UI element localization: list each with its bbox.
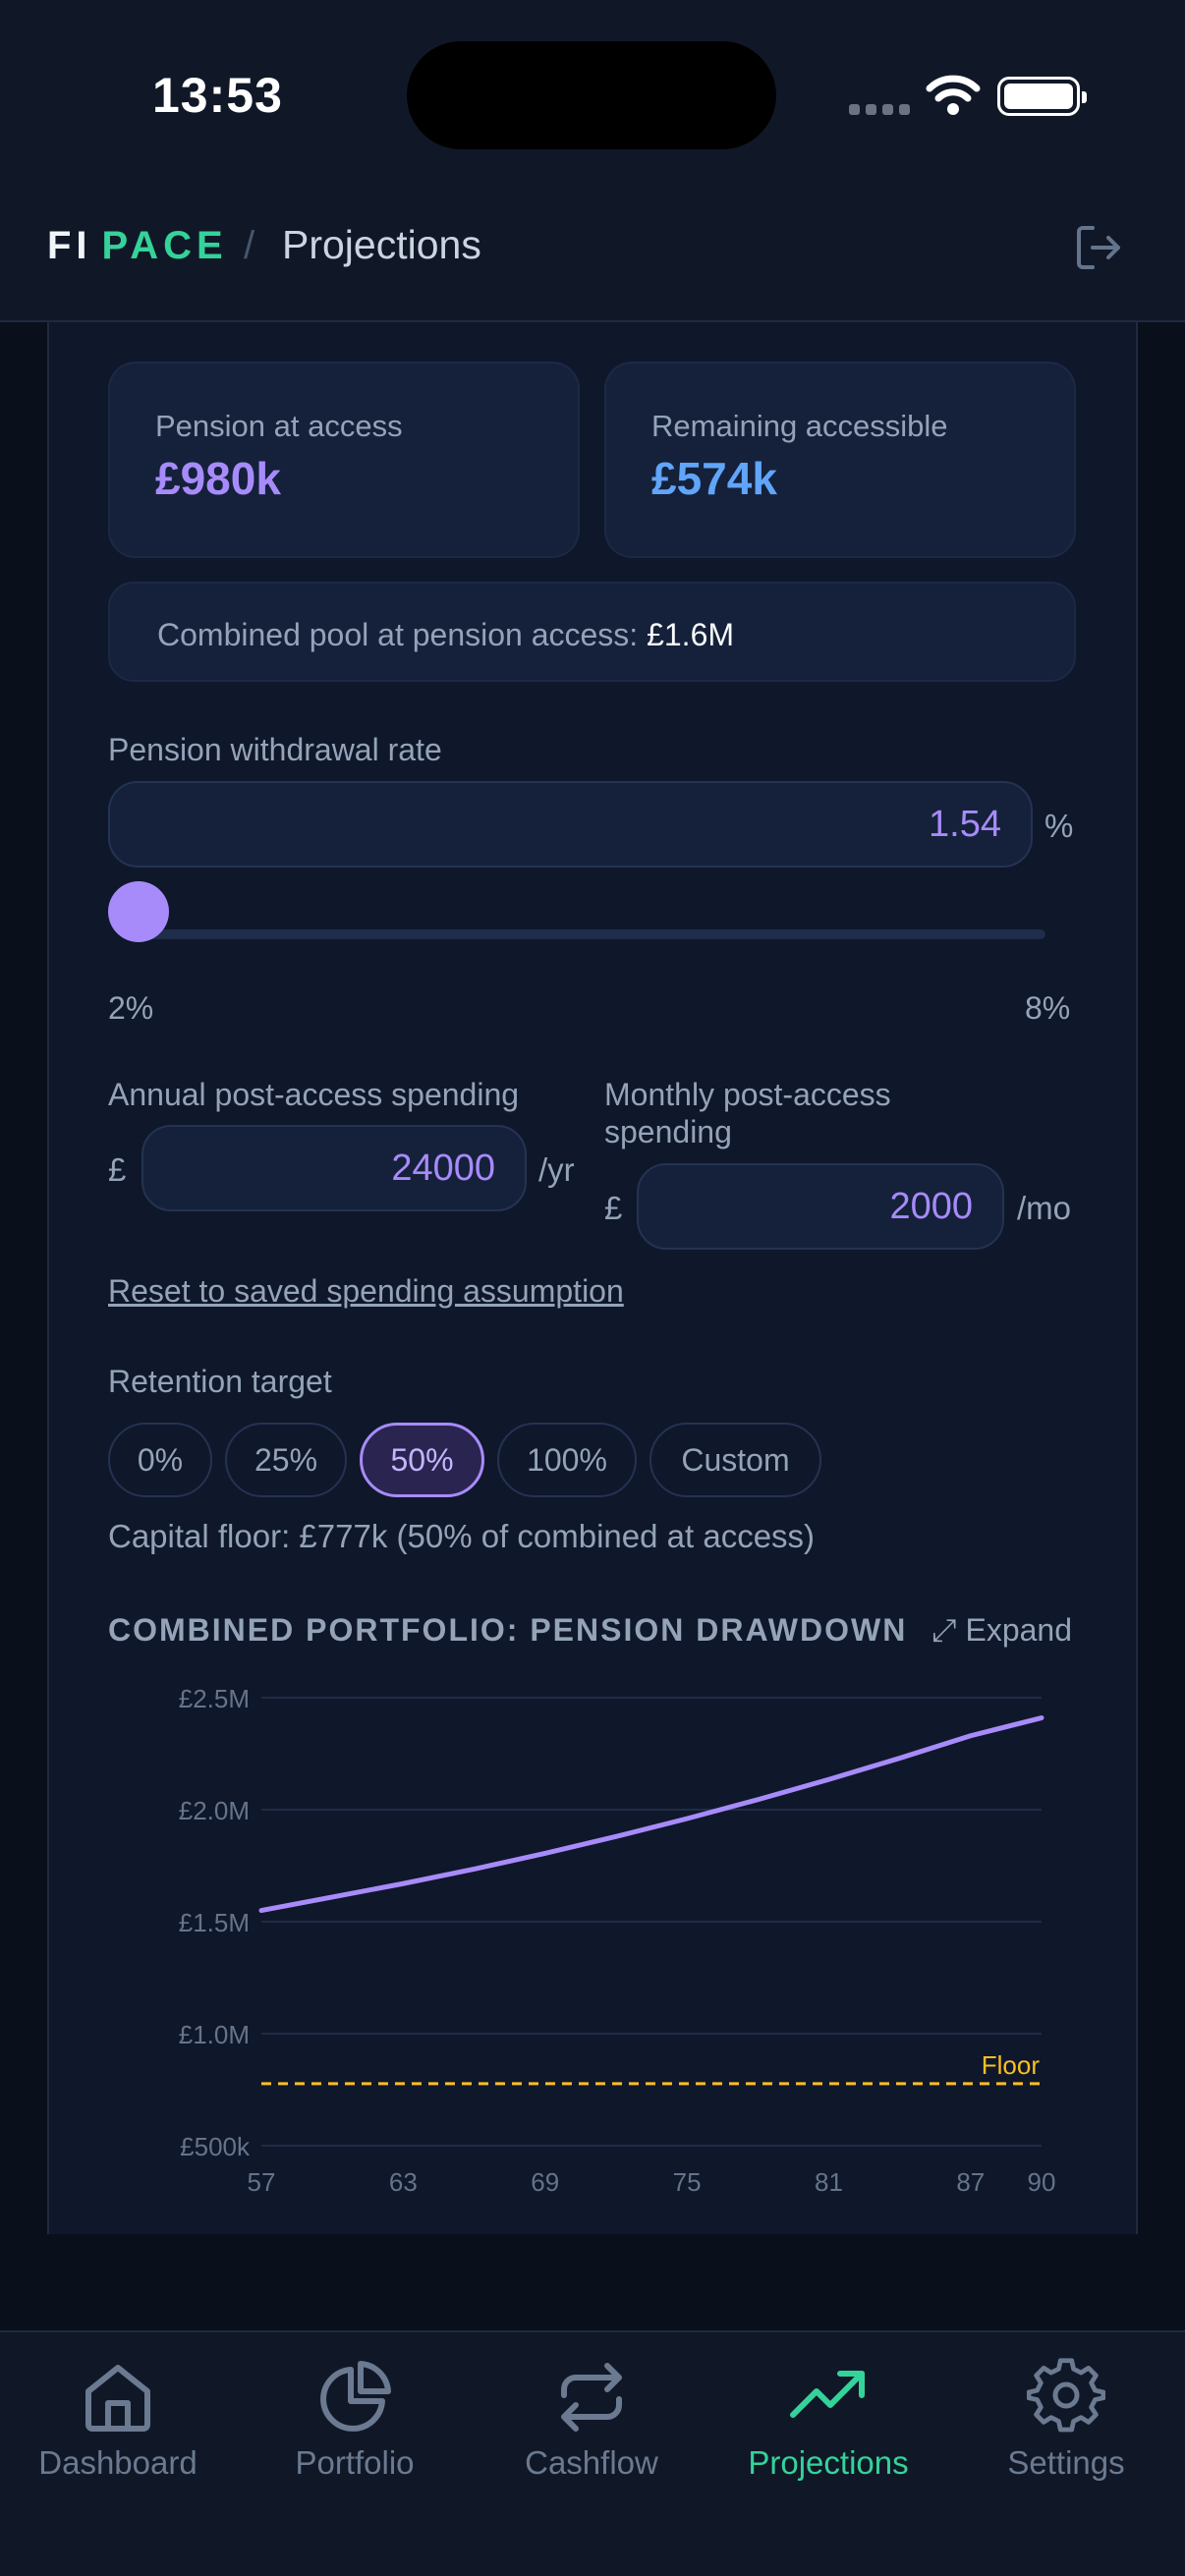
- y-tick-label: £1.5M: [179, 1908, 250, 1937]
- slider-max-label: 8%: [1025, 990, 1071, 1026]
- x-tick-label: 57: [248, 2167, 276, 2197]
- x-tick-label: 90: [1028, 2167, 1056, 2197]
- monthly-spending-label-line1: Monthly post-access: [604, 1077, 891, 1112]
- tab-settings[interactable]: Settings: [958, 2350, 1174, 2488]
- retention-chip-100[interactable]: 100%: [497, 1423, 637, 1497]
- pension-at-access-card: Pension at access £980k: [108, 362, 580, 558]
- home-icon: [85, 2365, 150, 2432]
- remaining-accessible-label: Remaining accessible: [651, 409, 948, 443]
- gear-icon: [1027, 2358, 1105, 2433]
- withdrawal-rate-unit: %: [1044, 808, 1074, 844]
- monthly-spending-input[interactable]: [639, 1165, 1002, 1248]
- tab-cashflow-label: Cashflow: [525, 2444, 658, 2481]
- monthly-unit: /mo: [1017, 1190, 1072, 1226]
- retention-chip-25[interactable]: 25%: [225, 1423, 347, 1497]
- tab-portfolio-label: Portfolio: [295, 2444, 415, 2481]
- retention-chip-50[interactable]: 50%: [360, 1423, 484, 1497]
- y-tick-label: £2.5M: [179, 1684, 250, 1713]
- combined-pool-banner: Combined pool at pension access: £1.6M: [108, 582, 1076, 682]
- y-tick-label: £500k: [180, 2132, 251, 2161]
- withdrawal-rate-label: Pension withdrawal rate: [108, 732, 442, 767]
- withdrawal-rate-slider-track[interactable]: [138, 929, 1045, 939]
- logout-icon[interactable]: [1073, 222, 1124, 273]
- chart-expand-button[interactable]: ⤢ Expand: [931, 1612, 1072, 1650]
- withdrawal-rate-input-box[interactable]: [108, 781, 1033, 868]
- tab-projections-label: Projections: [748, 2444, 909, 2481]
- tab-cashflow[interactable]: Cashflow: [483, 2350, 700, 2488]
- tab-projections[interactable]: Projections: [720, 2350, 936, 2488]
- annual-spending-label: Annual post-access spending: [108, 1077, 520, 1112]
- x-tick-label: 87: [956, 2167, 985, 2197]
- floor-label: Floor: [982, 2050, 1041, 2080]
- slider-min-label: 2%: [108, 990, 154, 1026]
- x-tick-label: 63: [389, 2167, 418, 2197]
- brand-accent: PACE: [101, 224, 228, 267]
- x-tick-label: 81: [815, 2167, 843, 2197]
- series-line: [258, 1715, 1044, 1914]
- repeat-icon: [561, 2363, 622, 2432]
- annual-spending-input-box[interactable]: [141, 1125, 527, 1211]
- wifi-icon: [926, 75, 981, 115]
- pension-at-access-value: £980k: [155, 453, 281, 504]
- remaining-accessible-value: £574k: [651, 453, 777, 504]
- chart-title: COMBINED PORTFOLIO: PENSION DRAWDOWN: [108, 1612, 908, 1648]
- remaining-accessible-card: Remaining accessible £574k: [604, 362, 1076, 558]
- dynamic-island: [407, 41, 776, 149]
- brand-logo[interactable]: FI PACE: [47, 224, 228, 268]
- breadcrumb-separator: /: [244, 224, 255, 267]
- retention-chip-0[interactable]: 0%: [108, 1423, 212, 1497]
- brand-primary: FI: [47, 224, 92, 267]
- tab-portfolio[interactable]: Portfolio: [247, 2350, 463, 2488]
- battery-icon: [997, 77, 1087, 116]
- tab-settings-label: Settings: [1007, 2444, 1125, 2481]
- combined-pool-value: £1.6M: [647, 617, 735, 652]
- y-tick-label: £2.0M: [179, 1796, 250, 1825]
- withdrawal-rate-slider-thumb[interactable]: [108, 881, 169, 942]
- annual-spending-input[interactable]: [143, 1127, 525, 1209]
- withdrawal-rate-input[interactable]: [110, 783, 1031, 866]
- retention-target-label: Retention target: [108, 1364, 332, 1399]
- pension-at-access-label: Pension at access: [155, 409, 403, 443]
- retention-chip-custom[interactable]: Custom: [649, 1423, 821, 1497]
- trending-up-icon: [790, 2371, 865, 2418]
- reset-spending-link[interactable]: Reset to saved spending assumption: [108, 1273, 624, 1310]
- cellular-signal-icon: [849, 104, 910, 115]
- y-tick-label: £1.0M: [179, 2020, 250, 2049]
- combined-pool-label: Combined pool at pension access:: [157, 617, 639, 652]
- x-tick-label: 69: [531, 2167, 559, 2197]
- status-time: 13:53: [152, 68, 283, 123]
- capital-floor-text: Capital floor: £777k (50% of combined at…: [108, 1518, 816, 1554]
- x-tick-label: 75: [673, 2167, 702, 2197]
- tab-dashboard[interactable]: Dashboard: [10, 2350, 226, 2488]
- annual-currency-prefix: £: [108, 1151, 127, 1188]
- annual-unit: /yr: [538, 1151, 575, 1188]
- pie-chart-icon: [320, 2361, 391, 2432]
- drawdown-chart: £2.5M £2.0M £1.5M £1.0M £500k 57 63 69 75 81 87 90 F…: [179, 1684, 1056, 2197]
- tab-dashboard-label: Dashboard: [38, 2444, 198, 2481]
- monthly-currency-prefix: £: [604, 1190, 623, 1226]
- monthly-spending-input-box[interactable]: [637, 1163, 1004, 1250]
- page-title: Projections: [282, 222, 481, 267]
- monthly-spending-label-line2: spending: [604, 1114, 732, 1149]
